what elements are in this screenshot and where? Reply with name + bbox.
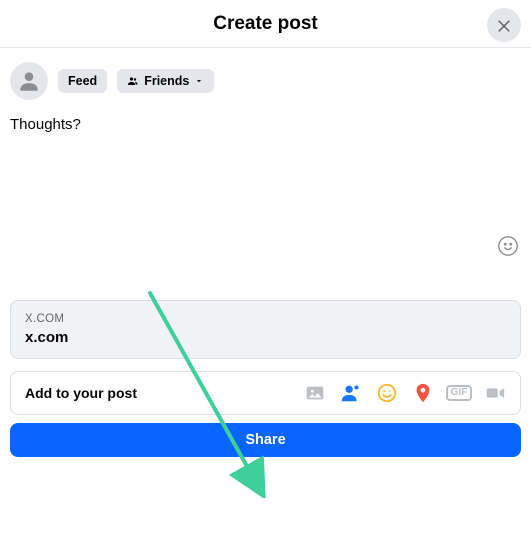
user-bar: Feed Friends	[0, 48, 531, 110]
live-video-button[interactable]	[484, 382, 506, 404]
modal-header: Create post	[0, 0, 531, 48]
close-icon	[495, 16, 513, 34]
link-host: X.COM	[25, 313, 506, 325]
link-title: x.com	[25, 329, 506, 346]
tag-people-icon	[340, 382, 362, 404]
avatar[interactable]	[10, 62, 48, 100]
photo-video-button[interactable]	[304, 382, 326, 404]
avatar-icon	[16, 68, 42, 94]
check-in-icon	[412, 382, 434, 404]
feed-chip[interactable]: Feed	[58, 69, 107, 93]
add-to-post-row: Add to your post GIF	[10, 371, 521, 415]
smiley-icon	[497, 235, 519, 257]
tag-people-button[interactable]	[340, 382, 362, 404]
close-button[interactable]	[487, 8, 521, 42]
add-to-post-icons: GIF	[304, 382, 506, 404]
gif-button[interactable]: GIF	[448, 382, 470, 404]
friends-icon	[127, 75, 139, 87]
gif-icon: GIF	[446, 385, 473, 401]
share-button-label: Share	[245, 432, 285, 448]
photo-icon	[304, 382, 326, 404]
check-in-button[interactable]	[412, 382, 434, 404]
feed-chip-label: Feed	[68, 74, 97, 88]
audience-chip-label: Friends	[144, 74, 189, 88]
page-title: Create post	[213, 13, 318, 35]
composer-placeholder: Thoughts?	[10, 116, 521, 133]
feeling-icon	[376, 382, 398, 404]
link-preview-card[interactable]: X.COM x.com	[10, 300, 521, 359]
chevron-down-icon	[194, 76, 204, 86]
feeling-activity-button[interactable]	[376, 382, 398, 404]
audience-chip[interactable]: Friends	[117, 69, 214, 93]
live-video-icon	[484, 382, 506, 404]
emoji-picker-button[interactable]	[497, 235, 519, 262]
share-button[interactable]: Share	[10, 423, 521, 457]
post-composer[interactable]: Thoughts?	[0, 110, 531, 260]
add-to-post-label: Add to your post	[25, 385, 137, 401]
